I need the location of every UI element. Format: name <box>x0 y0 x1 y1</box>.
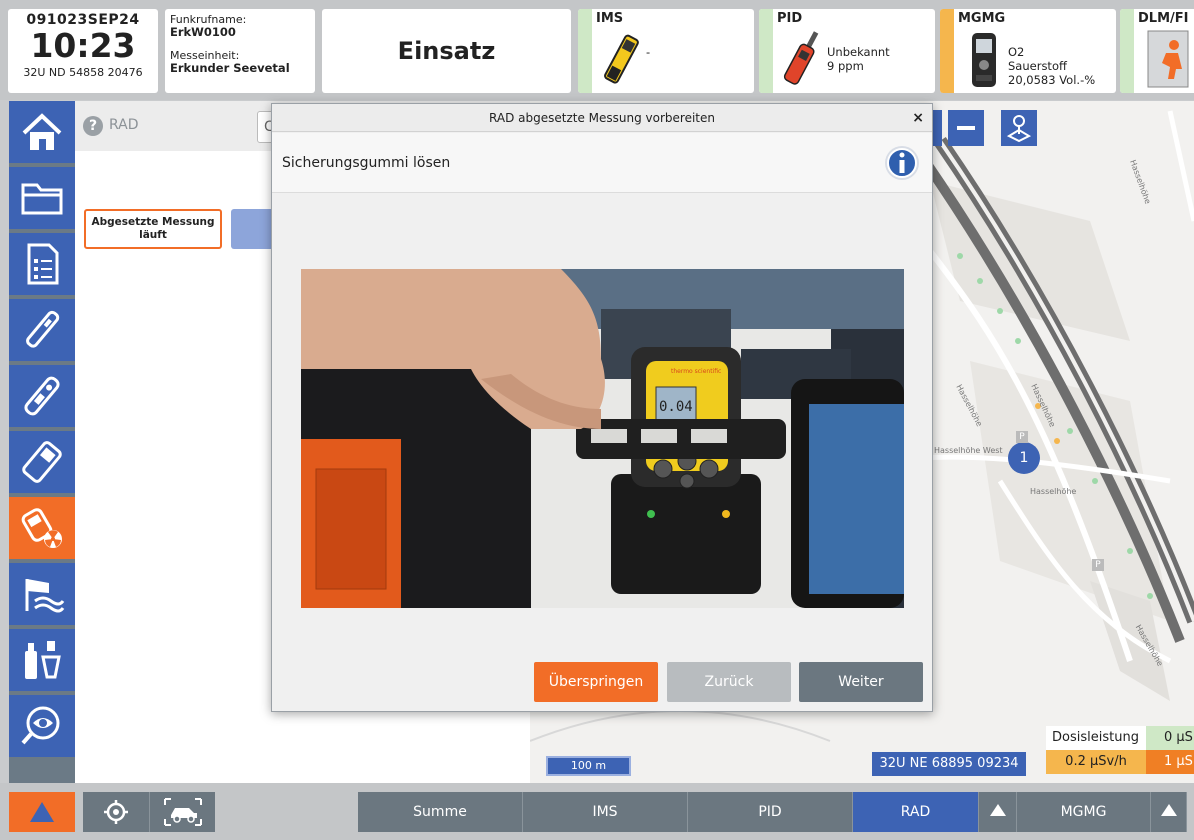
clock-time: 10:23 <box>30 26 136 65</box>
status-strip <box>578 9 592 93</box>
mgmg-device-icon <box>972 33 996 87</box>
radiation-meter-icon <box>21 508 62 548</box>
tab-mgmg[interactable]: MGMG <box>1017 792 1151 832</box>
home-icon <box>22 113 62 150</box>
info-icon[interactable] <box>884 145 920 181</box>
side-navigation <box>9 101 75 783</box>
tab-summe[interactable]: Summe <box>358 792 523 832</box>
device-card-dlm[interactable]: DLM/FI <box>1120 9 1194 93</box>
status-strip <box>940 9 954 93</box>
device-name: DLM/FI <box>1138 11 1189 26</box>
gas-value: 20,0583 Vol.-% <box>1008 73 1096 87</box>
joystick-button[interactable] <box>1001 110 1037 146</box>
dose-rate-summary: 0 µS <box>1146 726 1194 750</box>
nav-observation[interactable] <box>9 695 75 759</box>
joystick-icon <box>1006 115 1032 143</box>
ims-device-icon <box>604 34 639 84</box>
next-button[interactable]: Weiter <box>799 662 923 702</box>
door-person-icon <box>1147 30 1189 88</box>
dialog-title-bar: RAD abgesetzte Messung vorbereiten × <box>272 104 932 132</box>
bottom-bar: Summe IMS PID RAD MGMG <box>0 783 1194 840</box>
nav-gas-meter[interactable] <box>9 431 75 495</box>
nav-weather[interactable] <box>9 563 75 627</box>
step-header: Sicherungsgummi lösen <box>272 133 932 193</box>
weather-icon <box>25 579 65 613</box>
device-reading-line1: Unbekannt <box>827 45 890 59</box>
step-instruction: Sicherungsgummi lösen <box>282 155 451 171</box>
device-reading-line2: 9 ppm <box>827 59 864 73</box>
skip-button[interactable]: Überspringen <box>534 662 658 702</box>
prepare-measurement-dialog: RAD abgesetzte Messung vorbereiten × Sic… <box>271 103 933 712</box>
zoom-out-button[interactable] <box>948 110 984 146</box>
map-coordinate: 32U NE 68895 09234 <box>872 752 1026 776</box>
pid-device-icon <box>783 31 819 85</box>
sampling-icon <box>25 641 61 679</box>
alarm-button[interactable] <box>9 792 75 832</box>
panel-title: RAD <box>109 117 139 133</box>
vehicle-button[interactable] <box>149 792 215 832</box>
nav-pid[interactable] <box>9 299 75 363</box>
nav-sampling[interactable] <box>9 629 75 693</box>
device-photo-illustration: 0.04 thermo scientific <box>301 269 904 608</box>
tab-ims[interactable]: IMS <box>523 792 688 832</box>
street-label: Hasselhöhe <box>1030 487 1077 496</box>
crosshair-icon <box>104 800 128 824</box>
device-name: MGMG <box>958 11 1006 26</box>
measurement-running-button[interactable]: Abgesetzte Messung läuft <box>84 209 222 249</box>
parking-icon: P <box>1092 559 1104 571</box>
map-marker[interactable]: 1 <box>1008 442 1040 474</box>
nav-home[interactable] <box>9 101 75 165</box>
nav-ims[interactable] <box>9 365 75 429</box>
vehicle-icon <box>163 798 202 826</box>
nav-checklist[interactable] <box>9 233 75 297</box>
call-sign-value: ErkW0100 <box>170 25 236 39</box>
status-strip <box>759 9 773 93</box>
folder-icon <box>21 183 63 215</box>
gas-meter-icon <box>22 441 62 483</box>
tab-mgmg-expand[interactable] <box>1151 792 1187 832</box>
ims-probe-icon <box>24 376 60 416</box>
device-card-mgmg[interactable]: MGMG O2 Sauerstoff 20,0583 Vol.-% <box>940 9 1116 93</box>
nav-radiation[interactable] <box>9 497 75 561</box>
unit-value: Erkunder Seevetal <box>170 61 290 75</box>
device-card-pid[interactable]: PID Unbekannt 9 ppm <box>759 9 935 93</box>
tab-rad-expand[interactable] <box>979 792 1017 832</box>
gas-symbol: O2 <box>1008 45 1025 59</box>
mode-indicator[interactable]: Einsatz <box>322 9 571 93</box>
clock-coordinate: 32U ND 54858 20476 <box>23 66 143 79</box>
gas-name: Sauerstoff <box>1008 59 1067 73</box>
device-reading-line2: - <box>646 45 651 59</box>
dose-rate-label: Dosisleistung <box>1046 726 1146 750</box>
dialog-title: RAD abgesetzte Messung vorbereiten <box>489 111 715 125</box>
dose-rate-panel: Dosisleistung 0 µS 0.2 µSv/h 1 µS <box>1046 726 1194 774</box>
help-icon[interactable]: ? <box>83 116 103 136</box>
checklist-icon <box>27 243 59 285</box>
tab-rad[interactable]: RAD <box>853 792 979 832</box>
warning-triangle-icon <box>30 802 54 822</box>
device-screen-value: 0.04 <box>659 399 693 415</box>
status-strip <box>1120 9 1134 93</box>
parking-icon: P <box>1016 431 1028 443</box>
map-scale: 100 m <box>546 756 631 776</box>
tab-pid[interactable]: PID <box>688 792 853 832</box>
dose-rate-value: 0.2 µSv/h <box>1046 750 1146 774</box>
nav-folder[interactable] <box>9 167 75 231</box>
device-card-ims[interactable]: IMS - <box>578 9 754 93</box>
back-button[interactable]: Zurück <box>667 662 791 702</box>
instruction-photo: 0.04 thermo scientific <box>301 269 904 608</box>
device-name: IMS <box>596 11 624 26</box>
observation-icon <box>21 706 60 745</box>
radio-info-card: Funkrufname: ErkW0100 Messeinheit: Erkun… <box>165 9 315 93</box>
dose-rate-max: 1 µS <box>1146 750 1194 774</box>
chevron-up-icon <box>989 804 1006 816</box>
locate-button[interactable] <box>83 792 149 832</box>
device-brand: thermo scientific <box>671 368 721 375</box>
chevron-up-icon <box>1160 804 1177 816</box>
top-status-bar: 091023SEP24 10:23 32U ND 54858 20476 Fun… <box>0 0 1194 100</box>
device-name: PID <box>777 11 803 26</box>
street-label: Hasselhöhe West <box>934 446 1003 455</box>
clock-card: 091023SEP24 10:23 32U ND 54858 20476 <box>8 9 158 93</box>
close-icon[interactable]: × <box>912 104 924 132</box>
pid-probe-icon <box>26 310 60 348</box>
